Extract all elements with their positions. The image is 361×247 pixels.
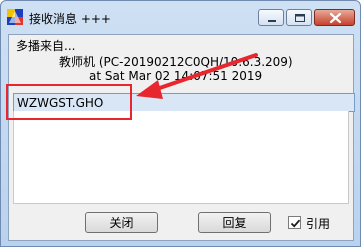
annotation-arrow-icon [136,53,258,99]
